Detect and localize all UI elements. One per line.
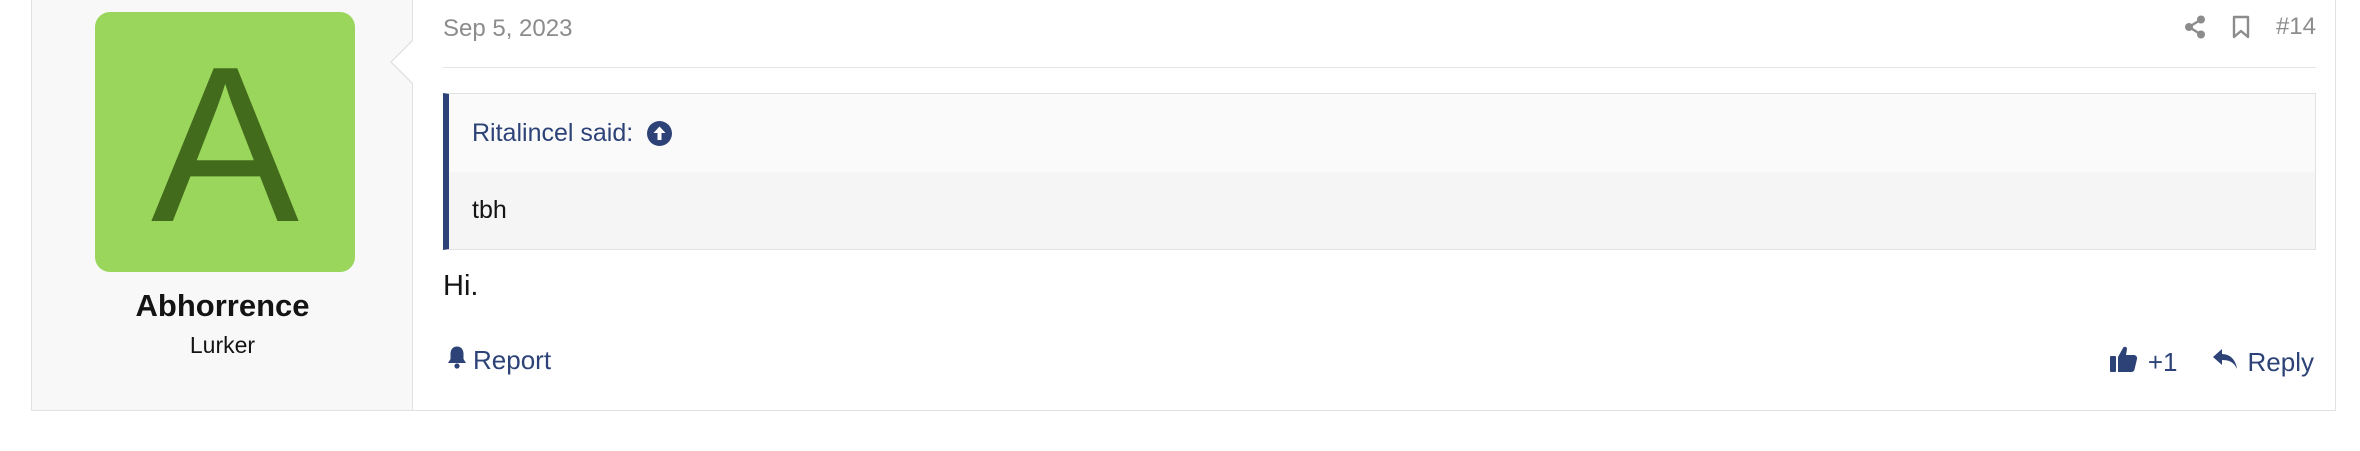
message-main: Sep 5, 2023 #14 Ritalincel said: tbh Hi.… bbox=[443, 0, 2316, 410]
message-body: Hi. bbox=[443, 270, 479, 302]
reply-button[interactable]: Reply bbox=[2212, 347, 2314, 378]
bell-icon bbox=[447, 345, 467, 376]
quote-block: Ritalincel said: tbh bbox=[443, 93, 2316, 250]
share-icon[interactable] bbox=[2184, 15, 2206, 39]
avatar-letter: A bbox=[150, 21, 300, 269]
header-divider bbox=[443, 67, 2316, 68]
user-title: Lurker bbox=[189, 332, 256, 358]
thumbs-up-icon bbox=[2109, 345, 2138, 380]
post-attribution-actions: #14 bbox=[2184, 12, 2316, 42]
arrow-up-circle-icon[interactable] bbox=[647, 120, 673, 146]
report-label: Report bbox=[473, 345, 552, 375]
bookmark-icon[interactable] bbox=[2232, 15, 2250, 39]
post-date[interactable]: Sep 5, 2023 bbox=[443, 15, 572, 43]
quote-text: tbh bbox=[472, 196, 507, 224]
post-footer-actions: +1 Reply bbox=[2109, 345, 2314, 380]
like-button[interactable]: +1 bbox=[2109, 345, 2178, 380]
reply-arrow-icon bbox=[2212, 347, 2238, 378]
username[interactable]: Abhorrence bbox=[32, 288, 413, 324]
user-panel: A Abhorrence Lurker bbox=[32, 0, 413, 410]
reply-label: Reply bbox=[2247, 347, 2314, 377]
post-number[interactable]: #14 bbox=[2276, 13, 2316, 41]
avatar[interactable]: A bbox=[95, 12, 355, 272]
like-label: +1 bbox=[2147, 347, 2178, 377]
quote-author[interactable]: Ritalincel said: bbox=[472, 119, 633, 148]
quote-header: Ritalincel said: bbox=[449, 94, 2315, 172]
message-post: A Abhorrence Lurker Sep 5, 2023 #14 Rita… bbox=[31, 0, 2336, 411]
report-link[interactable]: Report bbox=[447, 345, 551, 376]
user-arrow bbox=[392, 40, 414, 84]
